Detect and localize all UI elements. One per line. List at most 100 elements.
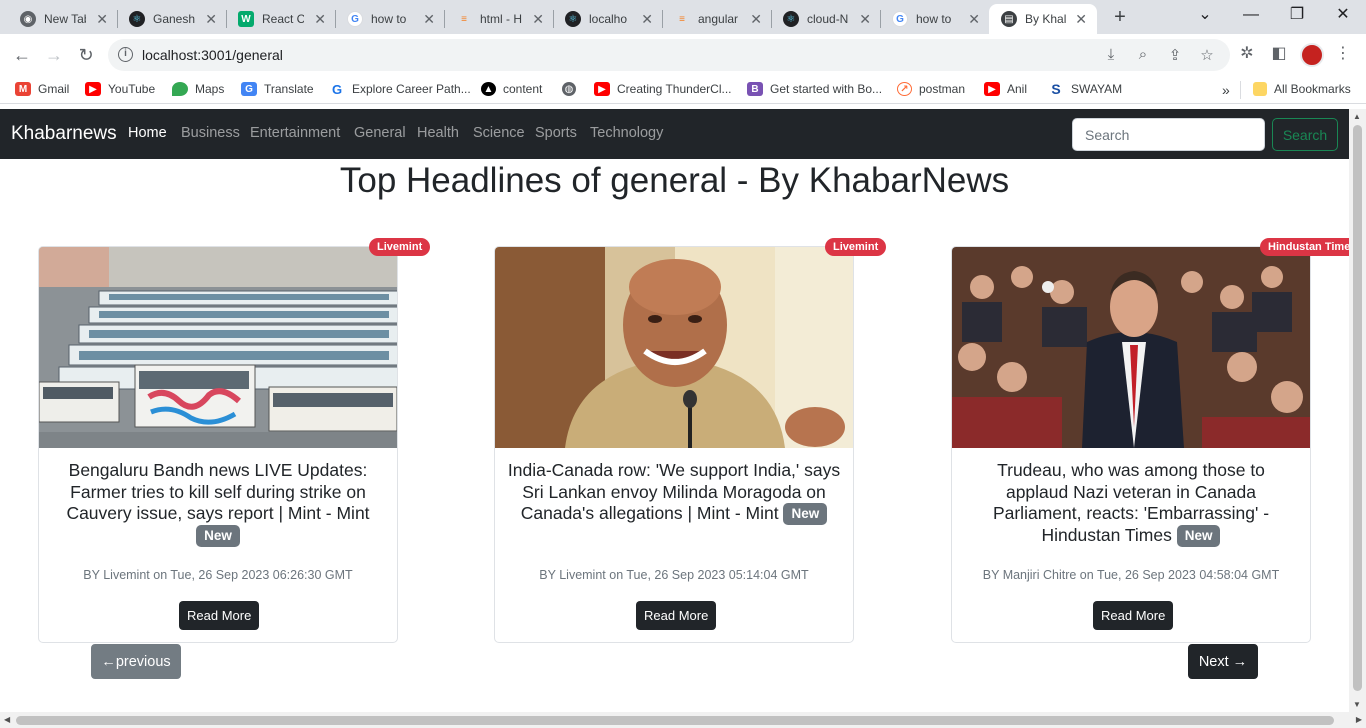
share-icon[interactable]: ⇪ (1166, 46, 1184, 64)
news-icon: ▤ (1001, 11, 1017, 27)
nav-link-business[interactable]: Business (181, 125, 240, 141)
content-icon: ▲ (481, 82, 496, 96)
chrome-icon: ◉ (20, 11, 36, 27)
news-card: Livemint India-Canada row: 'We support I… (494, 238, 887, 643)
bookmark-youtube[interactable]: ▶ YouTube (85, 82, 155, 96)
browser-tab-3[interactable]: G how to ✕ (335, 4, 445, 34)
close-tab-icon[interactable]: ✕ (859, 11, 871, 27)
close-tab-icon[interactable]: ✕ (750, 11, 762, 27)
bookmark-translate[interactable]: G Translate (241, 82, 314, 96)
profile-avatar[interactable] (1300, 43, 1324, 67)
scroll-up-arrow-icon[interactable]: ▲ (1353, 112, 1361, 121)
nav-link-technology[interactable]: Technology (590, 125, 663, 141)
bookmark-gmail[interactable]: M Gmail (15, 82, 69, 96)
bookmark-maps[interactable]: Maps (172, 82, 224, 96)
read-more-button[interactable]: Read More (179, 601, 260, 630)
address-bar[interactable]: i localhost:3001/general ⤓ ⌕ ⇪ ☆ (108, 39, 1230, 71)
vertical-scroll-thumb[interactable] (1353, 125, 1362, 691)
extensions-icon[interactable]: ✲ (1236, 43, 1258, 63)
close-tab-icon[interactable]: ✕ (532, 11, 544, 27)
stackoverflow-icon: ≡ (461, 13, 467, 25)
install-app-icon[interactable]: ⤓ (1102, 46, 1120, 63)
browser-tab-5[interactable]: ⚛ localho ✕ (553, 4, 663, 34)
close-tab-icon[interactable]: ✕ (641, 11, 653, 27)
tab-title: By Khal (1025, 12, 1067, 26)
bookmark-thunderclient[interactable]: ▶ Creating ThunderCl... (594, 82, 732, 96)
forward-arrow-icon[interactable]: → (42, 43, 66, 67)
reload-icon[interactable]: ↻ (74, 43, 98, 67)
browser-tab-4[interactable]: ≡ html - H ✕ (444, 4, 554, 34)
close-tab-icon[interactable]: ✕ (968, 11, 980, 27)
browser-tab-7[interactable]: ⚛ cloud-N ✕ (771, 4, 881, 34)
bookmark-swayam[interactable]: S SWAYAM (1048, 81, 1122, 97)
close-tab-icon[interactable]: ✕ (96, 11, 108, 27)
minimize-button[interactable]: — (1236, 4, 1266, 26)
bookmark-star-icon[interactable]: ☆ (1198, 46, 1216, 64)
restore-button[interactable]: ❐ (1282, 4, 1312, 26)
bookmark-postman[interactable]: ↗ postman (897, 82, 965, 96)
browser-tab-2[interactable]: W React C ✕ (226, 4, 336, 34)
nav-link-home[interactable]: Home (128, 125, 167, 141)
tab-search-chevron-icon[interactable]: ⌄ (1190, 4, 1220, 26)
tab-title: cloud-N (807, 12, 849, 26)
read-more-button[interactable]: Read More (636, 601, 717, 630)
scroll-left-arrow-icon[interactable]: ◀ (4, 715, 10, 724)
all-bookmarks-folder[interactable]: All Bookmarks (1253, 82, 1351, 96)
zoom-icon[interactable]: ⌕ (1134, 46, 1152, 63)
nav-link-sports[interactable]: Sports (535, 125, 577, 141)
search-button[interactable]: Search (1272, 118, 1338, 151)
new-tab-button[interactable]: + (1108, 6, 1132, 29)
bookmark-globe[interactable]: ◍ (562, 82, 583, 96)
horizontal-scrollbar[interactable]: ◀ ▶ (0, 712, 1366, 728)
bookmark-anil[interactable]: ▶ Anil (984, 82, 1027, 96)
all-bookmarks-label: All Bookmarks (1274, 82, 1351, 96)
browser-tab-6[interactable]: ≡ angular ✕ (662, 4, 772, 34)
bookmark-label: Creating ThunderCl... (617, 82, 732, 96)
browser-tab-0[interactable]: ◉ New Tab ✕ (8, 4, 118, 34)
bookmark-career[interactable]: G Explore Career Path... (329, 82, 471, 97)
close-window-button[interactable]: ✕ (1328, 4, 1358, 26)
vertical-scrollbar[interactable]: ▲ ▼ (1349, 109, 1366, 712)
site-brand[interactable]: Khabarnews (11, 123, 117, 145)
card-title: Bengaluru Bandh news LIVE Updates: Farme… (51, 460, 385, 547)
gmail-icon: M (15, 82, 31, 96)
browser-tab-active[interactable]: ▤ By Khal ✕ (989, 4, 1097, 34)
bookmark-content[interactable]: ▲ content (481, 82, 542, 96)
nav-link-entertainment[interactable]: Entertainment (250, 125, 340, 141)
card-title: India-Canada row: 'We support India,' sa… (507, 460, 841, 526)
menu-kebab-icon[interactable]: ⋮ (1332, 43, 1354, 63)
tab-title: localho (589, 12, 628, 26)
bookmark-bootstrap[interactable]: B Get started with Bo... (747, 82, 882, 96)
nav-link-health[interactable]: Health (417, 125, 459, 141)
browser-tab-8[interactable]: G how to ✕ (880, 4, 990, 34)
scroll-right-arrow-icon[interactable]: ▶ (1356, 715, 1362, 724)
back-arrow-icon[interactable]: ← (10, 43, 34, 67)
url-text[interactable]: localhost:3001/general (142, 47, 283, 63)
scroll-down-arrow-icon[interactable]: ▼ (1353, 700, 1361, 709)
read-more-button[interactable]: Read More (1093, 601, 1174, 630)
horizontal-scroll-thumb[interactable] (16, 716, 1334, 725)
youtube-icon: ▶ (594, 82, 610, 96)
bookmarks-bar: M Gmail ▶ YouTube Maps G Translate G Exp… (0, 76, 1366, 104)
close-tab-icon[interactable]: ✕ (205, 11, 217, 27)
bookmark-label: Translate (264, 82, 314, 96)
card-meta: BY Manjiri Chitre on Tue, 26 Sep 2023 04… (982, 568, 1280, 582)
close-tab-icon[interactable]: ✕ (1075, 11, 1087, 27)
close-tab-icon[interactable]: ✕ (423, 11, 435, 27)
nav-link-science[interactable]: Science (473, 125, 525, 141)
new-badge: New (196, 524, 240, 547)
browser-tab-strip: ◉ New Tab ✕ ⚛ Ganesh ✕ W React C ✕ G how… (0, 0, 1366, 34)
close-tab-icon[interactable]: ✕ (314, 11, 326, 27)
browser-tab-1[interactable]: ⚛ Ganesh ✕ (117, 4, 227, 34)
news-card: Hindustan Times Trudeau, who was among t… (951, 238, 1349, 643)
more-bookmarks-chevron-icon[interactable]: » (1222, 82, 1230, 98)
site-info-icon[interactable]: i (118, 47, 133, 62)
tab-title: New Tab (44, 12, 86, 26)
nav-link-general[interactable]: General (354, 125, 406, 141)
search-input[interactable] (1072, 118, 1265, 151)
card-title-text: Trudeau, who was among those to applaud … (992, 460, 1270, 545)
previous-button[interactable]: ←previous (91, 644, 181, 679)
next-button[interactable]: Next → (1188, 644, 1258, 679)
react-icon: ⚛ (783, 11, 799, 27)
side-panel-icon[interactable]: ◧ (1268, 43, 1290, 63)
